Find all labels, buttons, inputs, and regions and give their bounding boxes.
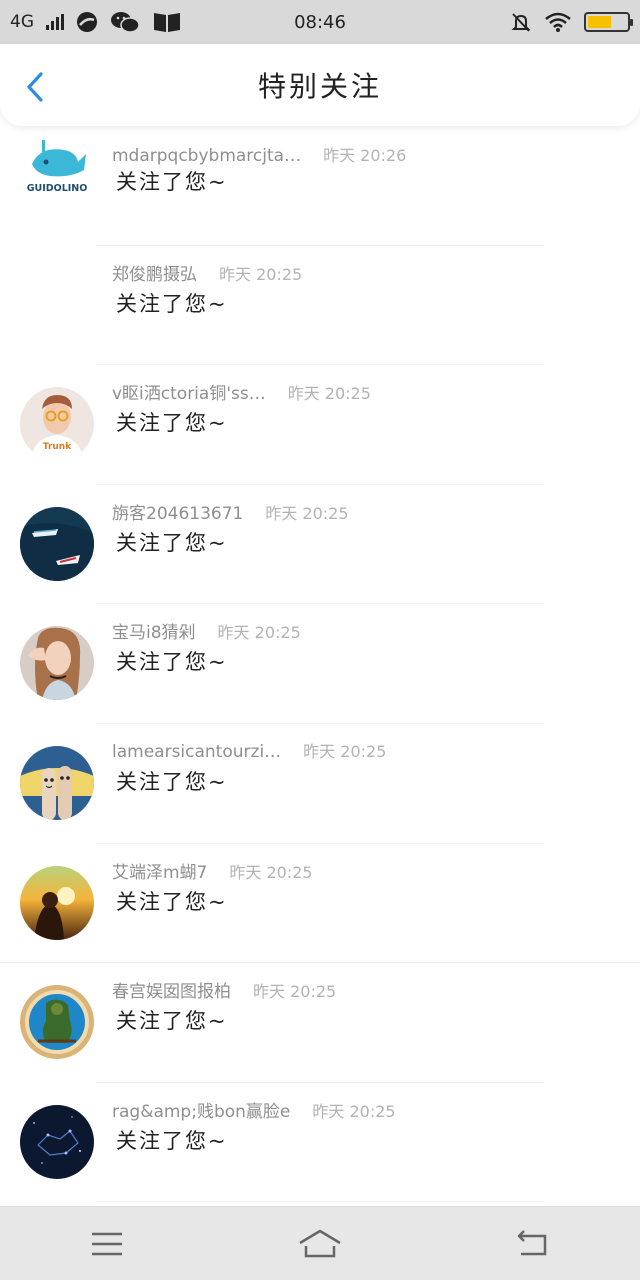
menu-button[interactable] bbox=[77, 1219, 137, 1269]
menu-icon bbox=[91, 1232, 122, 1255]
book-icon bbox=[154, 13, 180, 32]
avatar bbox=[20, 745, 94, 820]
timestamp: 昨天 20:25 bbox=[265, 503, 349, 523]
meta-line: lamearsicantourzi… 昨天 20:25 bbox=[112, 738, 386, 762]
message-text: 关注了您~ bbox=[116, 530, 228, 555]
page-title: 特别关注 bbox=[257, 70, 382, 103]
avatar bbox=[20, 268, 94, 342]
timestamp: 昨天 20:26 bbox=[323, 146, 407, 165]
home-button[interactable] bbox=[290, 1219, 350, 1269]
special-follow-list: GUIDOLINO mdarpqcbybmarcjta… 昨天 20:26 关注… bbox=[0, 126, 640, 1206]
bottom-nav bbox=[0, 1206, 640, 1280]
username[interactable]: 旃客204613671 bbox=[112, 499, 243, 524]
wifi-icon bbox=[545, 12, 571, 32]
message-text: 关注了您~ bbox=[116, 769, 228, 794]
list-item[interactable]: 宝马i8猜剁 昨天 20:25 关注了您~ bbox=[0, 604, 640, 724]
status-left: 4G bbox=[10, 10, 182, 34]
meta-line: 春宫娱囡图报柏 昨天 20:25 bbox=[112, 977, 336, 1002]
timestamp: 昨天 20:25 bbox=[217, 623, 301, 643]
username[interactable]: 郑俊鹏摄弘 bbox=[112, 260, 197, 285]
message-text: 关注了您~ bbox=[116, 889, 228, 914]
timestamp: 昨天 20:25 bbox=[303, 741, 387, 761]
timestamp: 昨天 20:25 bbox=[312, 1101, 396, 1121]
mute-bell-icon bbox=[511, 13, 531, 32]
username[interactable]: 春宫娱囡图报柏 bbox=[112, 977, 231, 1002]
meta-line: mdarpqcbybmarcjta… 昨天 20:26 bbox=[112, 142, 406, 166]
username[interactable]: 宝马i8猜剁 bbox=[112, 618, 196, 643]
list-item[interactable]: Trunk v眍i洒ctoria铜'ss… 昨天 20:25 关注了您~ bbox=[0, 365, 640, 485]
browser-icon bbox=[77, 12, 97, 32]
system-back-button[interactable] bbox=[503, 1219, 563, 1269]
list-item[interactable]: 旃客204613671 昨天 20:25 关注了您~ bbox=[0, 485, 640, 605]
username[interactable]: mdarpqcbybmarcjta… bbox=[112, 146, 301, 166]
meta-line: 旃客204613671 昨天 20:25 bbox=[112, 499, 349, 524]
list-item[interactable]: 艾端泽m蝴7 昨天 20:25 关注了您~ bbox=[0, 844, 640, 964]
list-item[interactable]: GUIDOLINO mdarpqcbybmarcjta… 昨天 20:26 关注… bbox=[0, 126, 640, 246]
username[interactable]: v眍i洒ctoria铜'ss… bbox=[112, 379, 266, 404]
meta-line: 宝马i8猜剁 昨天 20:25 bbox=[112, 618, 301, 643]
avatar bbox=[20, 1104, 94, 1179]
avatar-logo-text: GUIDOLINO bbox=[27, 183, 88, 194]
username[interactable]: lamearsicantourzi… bbox=[112, 742, 281, 762]
message-text: 关注了您~ bbox=[116, 1128, 228, 1153]
avatar: Trunk bbox=[20, 387, 94, 462]
home-icon bbox=[299, 1229, 341, 1257]
status-bar: 4G 08:46 bbox=[0, 0, 640, 44]
signal-icon bbox=[46, 14, 64, 30]
wechat-icon bbox=[111, 12, 140, 33]
avatar bbox=[20, 626, 94, 701]
timestamp: 昨天 20:25 bbox=[219, 264, 303, 284]
avatar bbox=[20, 865, 94, 940]
message-text: 关注了您~ bbox=[116, 1009, 228, 1034]
timestamp: 昨天 20:25 bbox=[253, 982, 337, 1002]
battery-level bbox=[588, 16, 611, 28]
status-right bbox=[510, 11, 633, 33]
avatar bbox=[20, 506, 94, 581]
message-text: 关注了您~ bbox=[116, 170, 228, 194]
avatar-shirt-text: Trunk bbox=[43, 442, 72, 452]
list-item[interactable]: 春宫娱囡图报柏 昨天 20:25 关注了您~ bbox=[0, 963, 640, 1083]
timestamp: 昨天 20:25 bbox=[229, 862, 313, 882]
avatar bbox=[20, 985, 94, 1060]
timestamp: 昨天 20:25 bbox=[287, 384, 371, 404]
avatar: GUIDOLINO bbox=[20, 134, 94, 204]
chevron-left-icon bbox=[27, 72, 43, 102]
message-text: 关注了您~ bbox=[116, 291, 228, 316]
back-icon bbox=[518, 1229, 547, 1255]
list-item[interactable]: lamearsicantourzi… 昨天 20:25 关注了您~ bbox=[0, 724, 640, 844]
meta-line: 郑俊鹏摄弘 昨天 20:25 bbox=[112, 260, 302, 285]
meta-line: v眍i洒ctoria铜'ss… 昨天 20:25 bbox=[112, 379, 371, 404]
network-type: 4G bbox=[10, 12, 34, 32]
meta-line: rag&amp;贱bon赢脸e 昨天 20:25 bbox=[112, 1097, 396, 1122]
divider bbox=[96, 1201, 544, 1203]
back-button[interactable] bbox=[18, 70, 52, 104]
list-item[interactable]: rag&amp;贱bon赢脸e 昨天 20:25 关注了您~ bbox=[0, 1083, 640, 1203]
battery-icon bbox=[584, 12, 633, 32]
list-item[interactable]: 郑俊鹏摄弘 昨天 20:25 关注了您~ bbox=[0, 246, 640, 366]
username[interactable]: rag&amp;贱bon赢脸e bbox=[112, 1097, 290, 1122]
meta-line: 艾端泽m蝴7 昨天 20:25 bbox=[112, 858, 313, 883]
header: 特别关注 bbox=[0, 44, 640, 126]
message-text: 关注了您~ bbox=[116, 411, 228, 436]
username[interactable]: 艾端泽m蝴7 bbox=[112, 858, 207, 883]
message-text: 关注了您~ bbox=[116, 650, 228, 675]
